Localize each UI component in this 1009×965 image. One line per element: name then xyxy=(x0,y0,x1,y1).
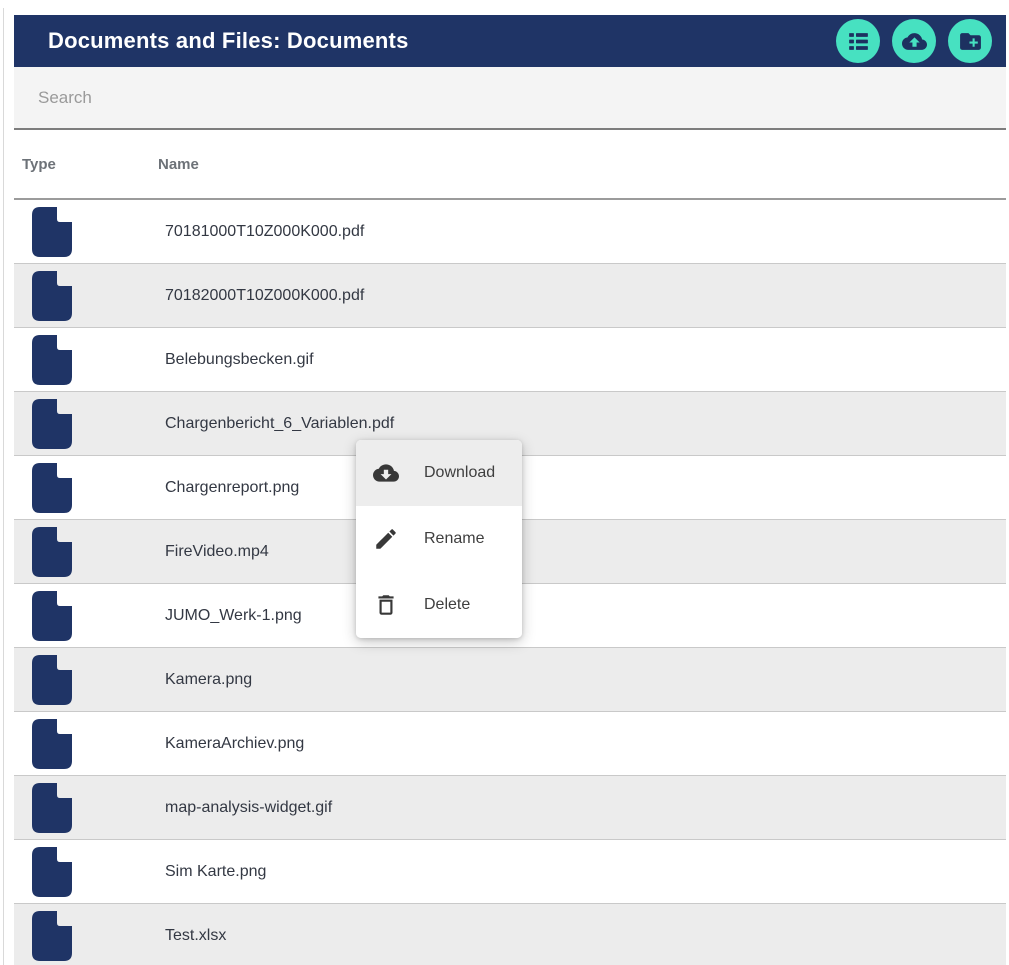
file-type-cell xyxy=(14,399,158,449)
file-type-cell xyxy=(14,783,158,833)
cloud-upload-icon xyxy=(902,29,927,54)
file-icon xyxy=(32,783,72,833)
page-title: Documents and Files: Documents xyxy=(48,28,409,54)
column-header-type: Type xyxy=(14,156,158,173)
table-row[interactable]: Kamera.png xyxy=(14,648,1006,712)
menu-item-download[interactable]: Download xyxy=(356,440,522,506)
file-type-cell xyxy=(14,591,158,641)
file-name-label: FireVideo.mp4 xyxy=(158,543,1006,561)
file-name-label: KameraArchiev.png xyxy=(158,735,1006,753)
titlebar-actions xyxy=(836,19,992,63)
file-icon xyxy=(32,399,72,449)
file-name-label: Belebungsbecken.gif xyxy=(158,351,1006,369)
view-list-icon xyxy=(846,29,871,54)
file-type-cell xyxy=(14,655,158,705)
file-type-cell xyxy=(14,847,158,897)
file-icon xyxy=(32,335,72,385)
file-name-label: Chargenreport.png xyxy=(158,479,1006,497)
file-name-label: JUMO_Werk-1.png xyxy=(158,607,1006,625)
file-type-cell xyxy=(14,207,158,257)
file-icon xyxy=(32,207,72,257)
search-input[interactable] xyxy=(14,67,1006,128)
table-row[interactable]: 70182000T10Z000K000.pdf xyxy=(14,264,1006,328)
context-menu: Download Rename Delete xyxy=(356,440,522,638)
table-row[interactable]: 70181000T10Z000K000.pdf xyxy=(14,200,1006,264)
file-name-label: 70182000T10Z000K000.pdf xyxy=(158,287,1006,305)
file-type-cell xyxy=(14,527,158,577)
file-icon xyxy=(32,847,72,897)
column-header-name: Name xyxy=(158,156,1006,173)
table-row[interactable]: Sim Karte.png xyxy=(14,840,1006,904)
view-list-button[interactable] xyxy=(836,19,880,63)
file-icon xyxy=(32,591,72,641)
file-type-cell xyxy=(14,719,158,769)
file-icon xyxy=(32,463,72,513)
add-folder-button[interactable] xyxy=(948,19,992,63)
table-row[interactable]: Belebungsbecken.gif xyxy=(14,328,1006,392)
file-icon xyxy=(32,527,72,577)
page-edge-line xyxy=(3,8,4,965)
file-type-cell xyxy=(14,911,158,961)
file-icon xyxy=(32,655,72,705)
file-icon xyxy=(32,271,72,321)
file-name-label: Test.xlsx xyxy=(158,927,1006,945)
menu-item-label: Rename xyxy=(424,530,484,548)
table-row[interactable]: Test.xlsx xyxy=(14,904,1006,965)
file-name-label: Sim Karte.png xyxy=(158,863,1006,881)
file-type-cell xyxy=(14,271,158,321)
folder-plus-icon xyxy=(958,29,983,54)
titlebar: Documents and Files: Documents xyxy=(14,15,1006,67)
table-row[interactable]: map-analysis-widget.gif xyxy=(14,776,1006,840)
trash-icon xyxy=(373,592,399,618)
menu-item-label: Download xyxy=(424,464,495,482)
file-name-label: map-analysis-widget.gif xyxy=(158,799,1006,817)
search-bar xyxy=(14,67,1006,130)
file-type-cell xyxy=(14,463,158,513)
file-icon xyxy=(32,719,72,769)
upload-button[interactable] xyxy=(892,19,936,63)
pencil-icon xyxy=(373,526,399,552)
menu-item-label: Delete xyxy=(424,596,470,614)
table-row[interactable]: KameraArchiev.png xyxy=(14,712,1006,776)
file-name-label: 70181000T10Z000K000.pdf xyxy=(158,223,1006,241)
file-type-cell xyxy=(14,335,158,385)
file-icon xyxy=(32,911,72,961)
menu-item-delete[interactable]: Delete xyxy=(356,572,522,638)
menu-item-rename[interactable]: Rename xyxy=(356,506,522,572)
cloud-download-icon xyxy=(373,460,399,486)
file-name-label: Chargenbericht_6_Variablen.pdf xyxy=(158,415,1006,433)
table-header: Type Name xyxy=(14,130,1006,200)
file-name-label: Kamera.png xyxy=(158,671,1006,689)
